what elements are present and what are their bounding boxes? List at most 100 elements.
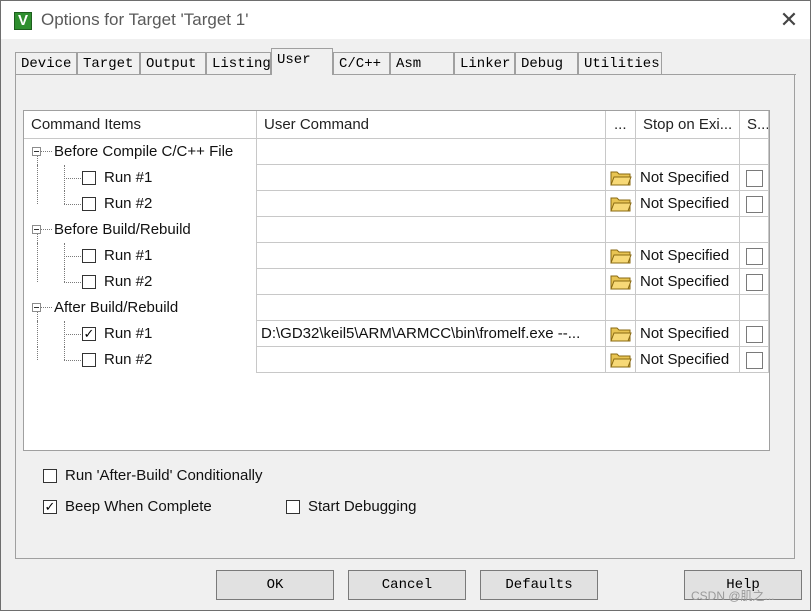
s-checkbox[interactable]	[746, 326, 763, 343]
tree-connector	[64, 282, 81, 283]
group-label: Before Compile C/C++ File	[54, 143, 234, 160]
run-tree-cell: ✓ Run #1	[24, 321, 257, 347]
stop-on-exit-value[interactable]: Not Specified	[636, 321, 740, 347]
tree-connector	[37, 321, 38, 347]
s-checkbox[interactable]	[746, 274, 763, 291]
run-row: Run #2 Not Specified	[24, 269, 769, 295]
user-command-field[interactable]	[257, 269, 606, 295]
beep-when-complete-label: Beep When Complete	[65, 498, 212, 515]
s-checkbox[interactable]	[746, 196, 763, 213]
app-icon-glyph: V	[17, 12, 28, 29]
empty-cell	[740, 217, 769, 243]
run-tree-cell: Run #2	[24, 191, 257, 217]
stop-on-exit-value[interactable]: Not Specified	[636, 191, 740, 217]
s-cell	[740, 321, 769, 347]
tree-connector	[37, 156, 38, 165]
run-checkbox[interactable]	[82, 353, 96, 367]
collapse-icon[interactable]	[32, 225, 41, 234]
run-checkbox[interactable]: ✓	[82, 327, 96, 341]
s-checkbox[interactable]	[746, 352, 763, 369]
empty-cell	[636, 295, 740, 321]
tab-target[interactable]: Target	[77, 52, 140, 74]
options-dialog: V Options for Target 'Target 1' ✕ Device…	[0, 0, 811, 611]
folder-open-icon[interactable]	[610, 325, 632, 343]
tree-connector	[37, 234, 38, 243]
tree-connector	[37, 347, 38, 360]
group-label: Before Build/Rebuild	[54, 221, 191, 238]
tab-asm[interactable]: Asm	[390, 52, 454, 74]
folder-open-icon[interactable]	[610, 351, 632, 369]
tree-connector	[64, 269, 65, 282]
folder-open-icon[interactable]	[610, 195, 632, 213]
user-command-field[interactable]: D:\GD32\keil5\ARM\ARMCC\bin\fromelf.exe …	[257, 321, 606, 347]
user-command-field[interactable]	[257, 243, 606, 269]
empty-cell	[606, 295, 636, 321]
cancel-button[interactable]: Cancel	[348, 570, 466, 600]
run-row: ✓ Run #1 D:\GD32\keil5\ARM\ARMCC\bin\frome…	[24, 321, 769, 347]
tree-connector	[64, 256, 81, 257]
dialog-title: Options for Target 'Target 1'	[41, 10, 249, 29]
user-command-field[interactable]	[257, 347, 606, 373]
collapse-icon[interactable]	[32, 147, 41, 156]
empty-cell	[257, 139, 606, 165]
run-tree-cell: Run #1	[24, 243, 257, 269]
stop-on-exit-value[interactable]: Not Specified	[636, 165, 740, 191]
s-checkbox[interactable]	[746, 248, 763, 265]
stop-on-exit-value[interactable]: Not Specified	[636, 347, 740, 373]
header-s[interactable]: S...	[740, 111, 769, 138]
tab-linker[interactable]: Linker	[454, 52, 515, 74]
tree-connector	[41, 307, 52, 308]
tab-strip: Device Target Output Listing User C/C++ Asm Lin…	[15, 48, 795, 75]
run-checkbox[interactable]	[82, 275, 96, 289]
tab-c-c-[interactable]: C/C++	[333, 52, 390, 74]
empty-cell	[740, 295, 769, 321]
close-icon[interactable]: ✕	[773, 5, 805, 35]
start-debugging-label: Start Debugging	[308, 498, 417, 515]
group-tree-cell: Before Compile C/C++ File	[24, 139, 257, 165]
run-checkbox[interactable]	[82, 249, 96, 263]
tree-connector	[64, 334, 81, 335]
tree-connector	[64, 360, 81, 361]
folder-open-icon[interactable]	[610, 247, 632, 265]
tab-listing[interactable]: Listing	[206, 52, 271, 74]
group-tree-cell: Before Build/Rebuild	[24, 217, 257, 243]
ok-button[interactable]: OK	[216, 570, 334, 600]
run-row: Run #1 Not Specified	[24, 165, 769, 191]
header-user-command[interactable]: User Command	[257, 111, 606, 138]
tab-debug[interactable]: Debug	[515, 52, 578, 74]
user-command-field[interactable]	[257, 165, 606, 191]
start-debugging-checkbox[interactable]	[286, 500, 300, 514]
run-label: Run #2	[104, 273, 153, 290]
tree-connector	[41, 151, 52, 152]
header-command-items[interactable]: Command Items	[24, 111, 257, 138]
folder-open-icon[interactable]	[610, 273, 632, 291]
defaults-button[interactable]: Defaults	[480, 570, 598, 600]
run-label: Run #1	[104, 325, 153, 342]
tab-output[interactable]: Output	[140, 52, 206, 74]
s-cell	[740, 269, 769, 295]
user-command-field[interactable]	[257, 191, 606, 217]
run-label: Run #2	[104, 195, 153, 212]
empty-cell	[636, 217, 740, 243]
stop-on-exit-value[interactable]: Not Specified	[636, 243, 740, 269]
grid-header-row: Command Items User Command... Stop on Exi.…	[24, 111, 769, 139]
tab-user[interactable]: User	[271, 48, 333, 75]
group-tree-cell: After Build/Rebuild	[24, 295, 257, 321]
folder-open-icon[interactable]	[610, 169, 632, 187]
header-browse[interactable]: ...	[606, 111, 636, 138]
run-after-build-conditionally-checkbox[interactable]	[43, 469, 57, 483]
tab-utilities[interactable]: Utilities	[578, 52, 662, 74]
run-checkbox[interactable]	[82, 171, 96, 185]
header-stop-on-exit[interactable]: Stop on Exi...	[636, 111, 740, 138]
beep-when-complete-checkbox[interactable]: ✓	[43, 500, 57, 514]
empty-cell	[740, 139, 769, 165]
user-command-grid: Command Items User Command... Stop on Exi.…	[23, 110, 770, 451]
s-checkbox[interactable]	[746, 170, 763, 187]
run-checkbox[interactable]	[82, 197, 96, 211]
tree-connector	[37, 269, 38, 282]
title-bar: V Options for Target 'Target 1' ✕	[1, 1, 810, 39]
tree-connector	[37, 312, 38, 321]
collapse-icon[interactable]	[32, 303, 41, 312]
tab-device[interactable]: Device	[15, 52, 77, 74]
stop-on-exit-value[interactable]: Not Specified	[636, 269, 740, 295]
